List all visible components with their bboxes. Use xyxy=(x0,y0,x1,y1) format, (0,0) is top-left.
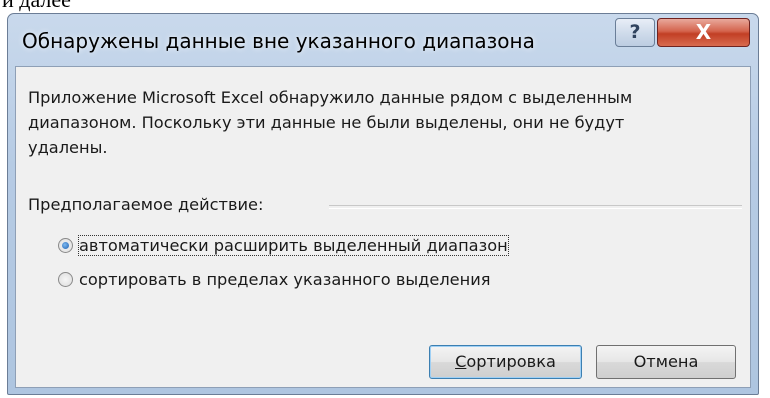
cancel-button[interactable]: Отмена xyxy=(596,345,736,379)
message-line: Приложение Microsoft Excel обнаружило да… xyxy=(28,88,633,107)
dialog-message: Приложение Microsoft Excel обнаружило да… xyxy=(28,85,744,160)
text-fragment-above-dialog: и далее xyxy=(2,0,71,11)
radio-selected-icon[interactable] xyxy=(58,238,73,253)
group-divider xyxy=(329,205,742,209)
help-button[interactable]: ? xyxy=(615,18,655,47)
option-expand-selection[interactable]: автоматически расширить выделенный диапа… xyxy=(58,235,509,259)
help-icon: ? xyxy=(629,21,641,43)
dialog-body: Приложение Microsoft Excel обнаружило да… xyxy=(15,66,751,388)
option-sort-within-selection[interactable]: сортировать в пределах указанного выделе… xyxy=(58,269,490,293)
sort-button[interactable]: Сортировка xyxy=(429,345,582,379)
option-label: сортировать в пределах указанного выделе… xyxy=(79,270,491,289)
message-line: удалены. xyxy=(28,138,108,157)
radio-unselected-icon[interactable] xyxy=(58,272,73,287)
dialog-window: Обнаружены данные вне указанного диапазо… xyxy=(7,13,759,395)
close-icon: X xyxy=(695,20,712,44)
dialog-title: Обнаружены данные вне указанного диапазо… xyxy=(22,29,535,53)
message-line: диапазоном. Поскольку эти данные не были… xyxy=(28,113,625,132)
action-group-label: Предполагаемое действие: xyxy=(28,195,264,214)
close-button[interactable]: X xyxy=(657,18,750,47)
option-label: автоматически расширить выделенный диапа… xyxy=(78,235,509,256)
